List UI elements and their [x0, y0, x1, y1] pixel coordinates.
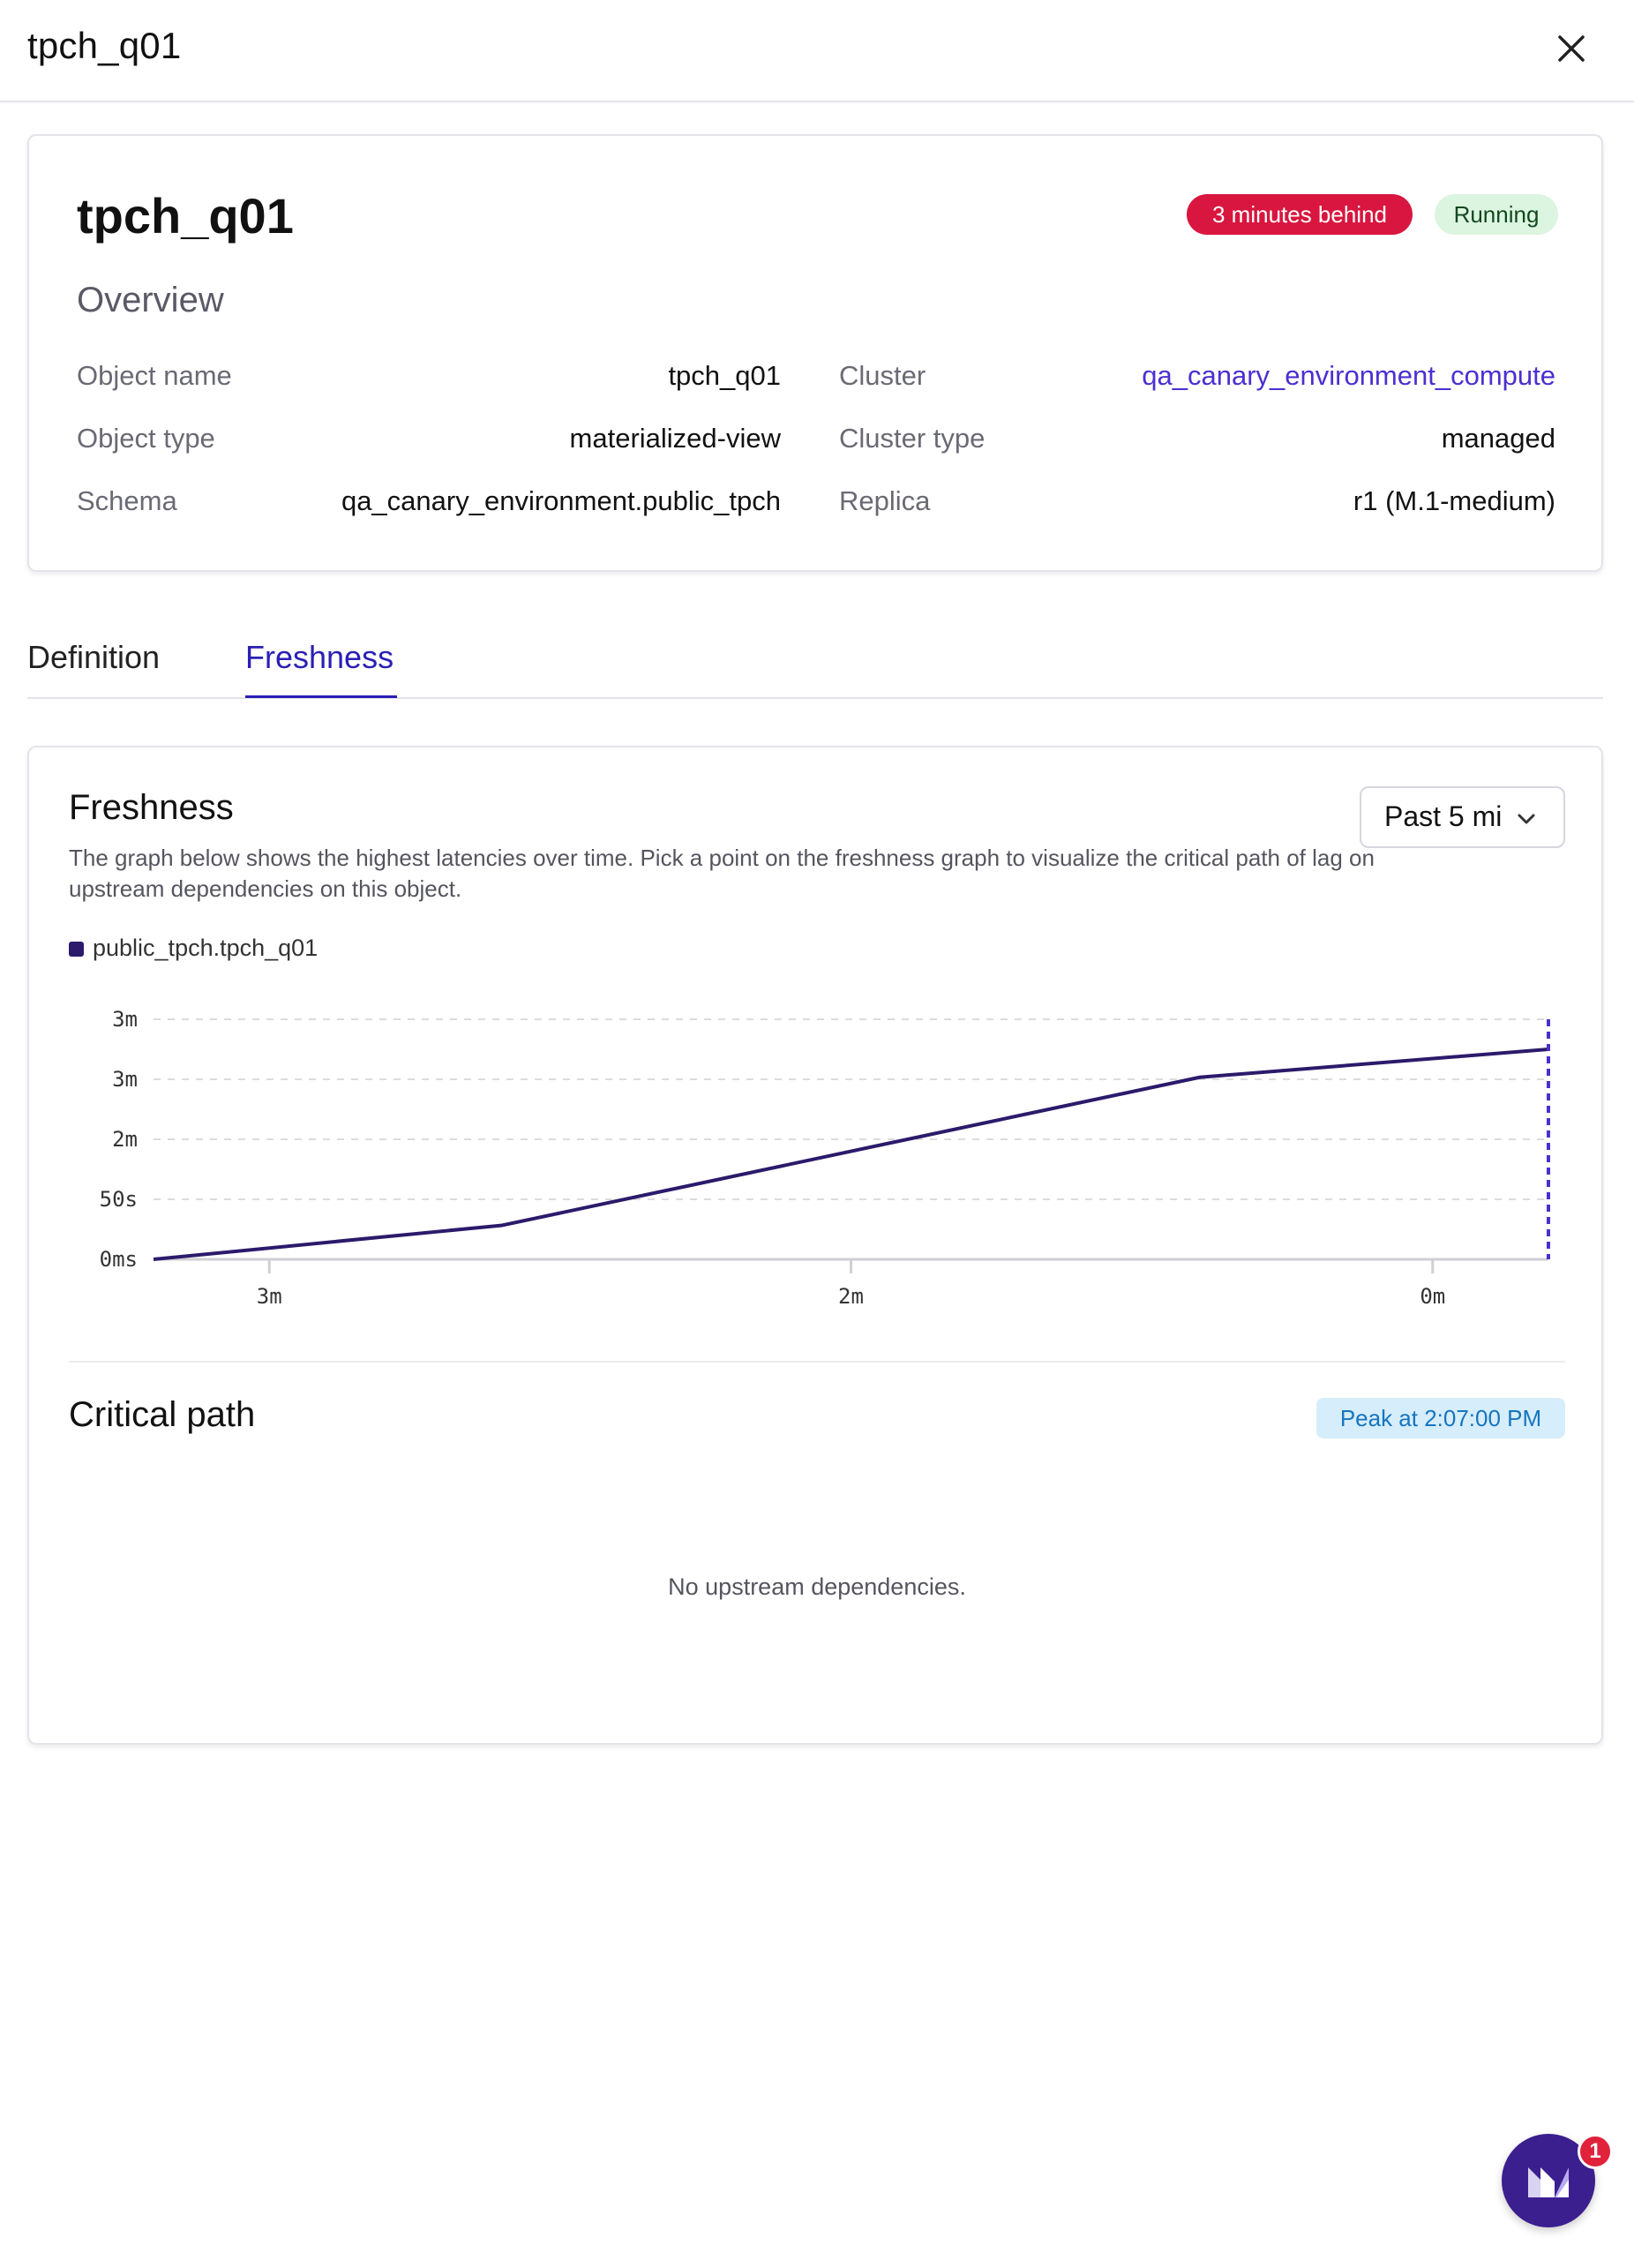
tab-definition[interactable]: Definition	[27, 639, 160, 676]
y-tick-label: 0ms	[100, 1247, 138, 1272]
schema-value: qa_canary_environment.public_tpch	[341, 485, 781, 516]
tab-bar: Definition Freshness	[27, 627, 1603, 699]
empty-state-message: No upstream dependencies.	[668, 1573, 966, 1600]
y-tick-label: 3m	[112, 1007, 138, 1032]
close-button[interactable]	[1549, 26, 1593, 71]
object-type-label: Object type	[77, 423, 215, 454]
x-tick-label: 2m	[838, 1284, 864, 1309]
object-name-value: tpch_q01	[668, 360, 781, 391]
section-divider	[69, 1361, 1565, 1363]
status-badge: Running	[1435, 194, 1558, 235]
notification-badge: 1	[1578, 2134, 1613, 2169]
replica-value: r1 (M.1-medium)	[1353, 485, 1555, 516]
close-icon	[1558, 35, 1585, 62]
y-tick-label: 2m	[112, 1127, 138, 1152]
overview-heading: Overview	[77, 281, 224, 319]
cluster-link[interactable]: qa_canary_environment_compute	[1142, 360, 1555, 392]
cluster-type-label: Cluster type	[839, 423, 986, 454]
object-name-label: Object name	[77, 360, 232, 391]
peak-badge: Peak at 2:07:00 PM	[1316, 1398, 1565, 1438]
critical-path-title: Critical path	[69, 1395, 256, 1434]
overview-card: tpch_q01 3 minutes behind Running Overvi…	[27, 134, 1603, 572]
cluster-label: Cluster	[839, 360, 926, 391]
x-tick-label: 3m	[257, 1284, 282, 1309]
object-title: tpch_q01	[77, 188, 294, 244]
y-tick-label: 3m	[112, 1067, 138, 1092]
object-type-value: materialized-view	[569, 423, 781, 454]
tab-freshness[interactable]: Freshness	[245, 639, 394, 676]
x-tick-label: 0m	[1420, 1284, 1445, 1309]
cluster-type-value: managed	[1441, 423, 1555, 454]
replica-label: Replica	[839, 485, 931, 516]
freshness-card: Freshness The graph below shows the high…	[27, 746, 1603, 1745]
freshness-chart[interactable]: 0ms 50s 2m 3m 3m 3m 2m 0m	[29, 747, 1605, 1348]
panel-header: tpch_q01	[0, 0, 1634, 102]
schema-label: Schema	[77, 485, 177, 516]
active-tab-indicator	[245, 695, 397, 698]
series-line	[153, 1048, 1549, 1261]
lag-badge: 3 minutes behind	[1187, 194, 1413, 235]
object-detail-panel: tpch_q01 tpch_q01 3 minutes behind Runni…	[0, 0, 1634, 2268]
panel-title: tpch_q01	[27, 25, 182, 66]
y-tick-label: 50s	[100, 1187, 138, 1212]
